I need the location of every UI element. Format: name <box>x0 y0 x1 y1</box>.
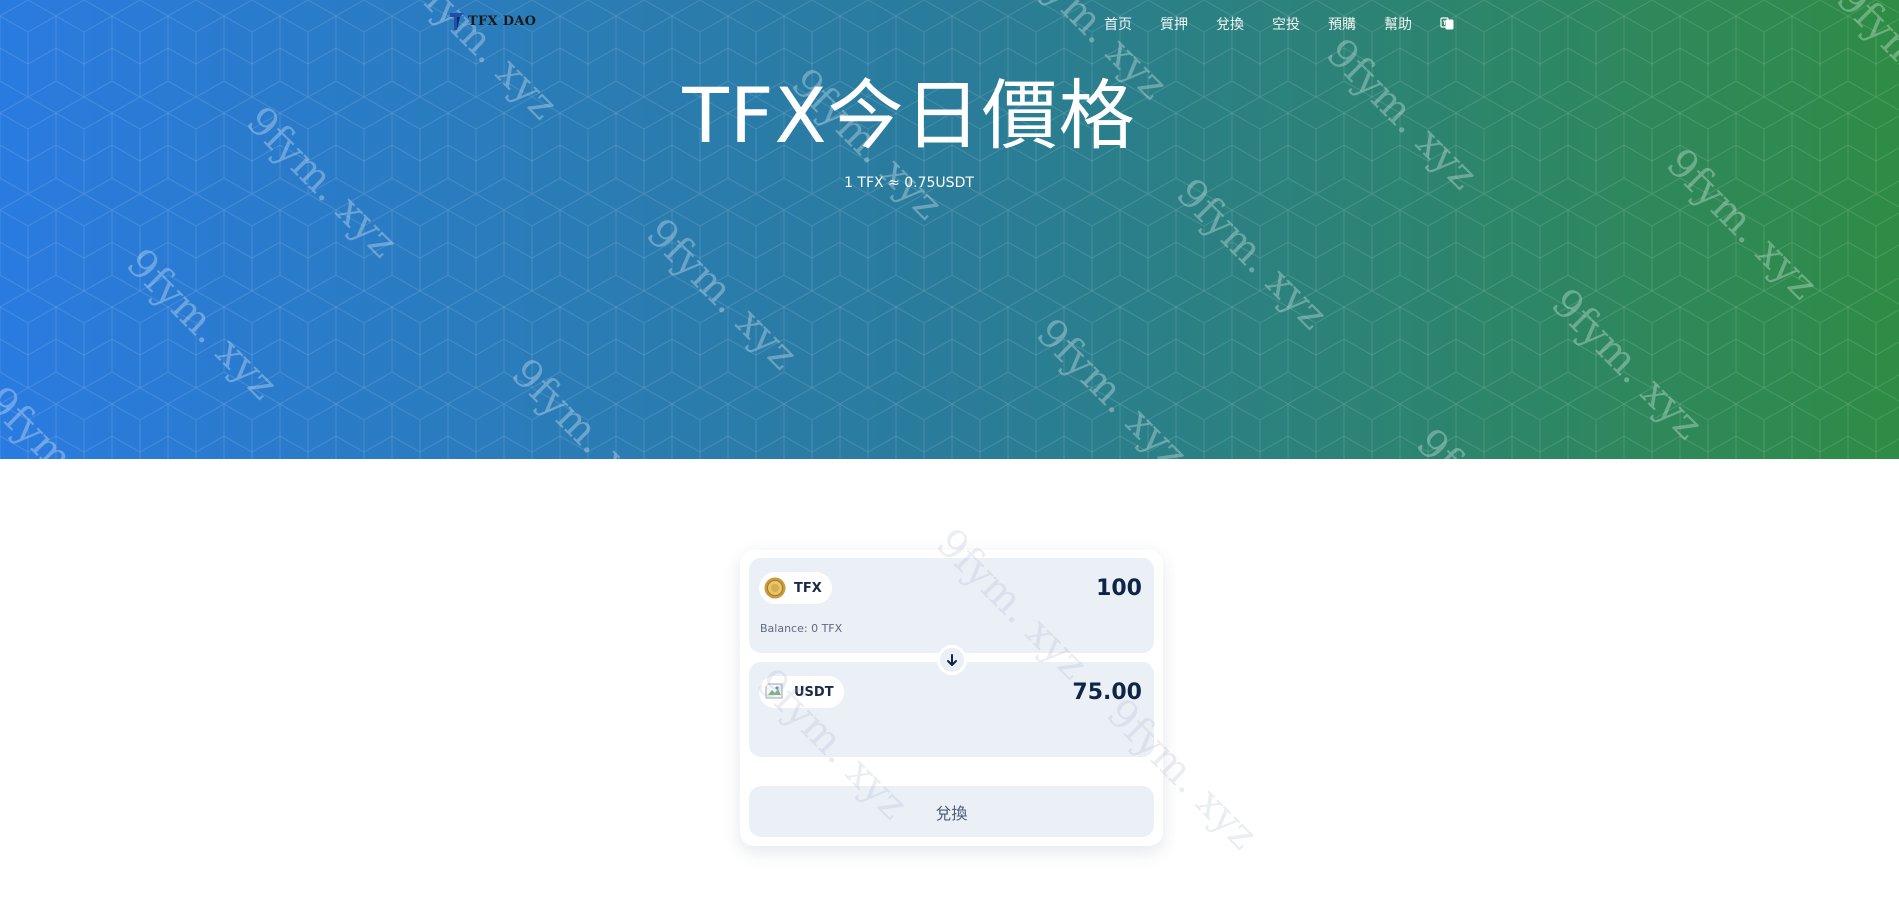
from-balance: Balance: 0 TFX <box>760 622 843 635</box>
nav-item-airdrop[interactable]: 空投 <box>1272 14 1300 34</box>
to-amount-input[interactable] <box>942 680 1142 705</box>
nav-item-help[interactable]: 幫助 <box>1384 14 1412 34</box>
switch-direction-button[interactable] <box>937 645 967 675</box>
main-nav: 首页 質押 兌換 空投 預購 幫助 <box>1076 14 1454 34</box>
nav-item-home[interactable]: 首页 <box>1104 14 1132 34</box>
swap-card: TFX Balance: 0 TFX USDT 兌換 <box>740 550 1163 846</box>
exchange-rate: 1 TFX ≈ 0.75USDT <box>844 175 974 191</box>
exchange-button[interactable]: 兌換 <box>749 786 1154 837</box>
top-navbar: TFX DAO 首页 質押 兌換 空投 預購 幫助 <box>0 0 1899 46</box>
arrow-down-icon <box>947 654 957 666</box>
nav-item-exchange[interactable]: 兌換 <box>1216 14 1244 34</box>
brand-logo[interactable]: TFX DAO <box>448 11 536 31</box>
to-token-symbol: USDT <box>794 684 834 700</box>
logo-mark-icon <box>450 13 464 30</box>
page-title: TFX今日價格 <box>682 71 1136 160</box>
tfx-coin-icon <box>764 577 786 599</box>
from-token-selector[interactable]: TFX <box>759 572 832 604</box>
nav-item-presale[interactable]: 預購 <box>1328 14 1356 34</box>
logo-text: TFX DAO <box>468 13 537 29</box>
from-amount-input[interactable] <box>942 576 1142 601</box>
from-token-panel: TFX Balance: 0 TFX <box>749 558 1154 653</box>
language-icon[interactable] <box>1440 16 1454 30</box>
broken-image-icon <box>765 683 783 699</box>
to-token-selector[interactable]: USDT <box>759 676 844 708</box>
to-token-panel: USDT <box>749 662 1154 757</box>
nav-item-staking[interactable]: 質押 <box>1160 14 1188 34</box>
from-token-symbol: TFX <box>794 580 822 596</box>
